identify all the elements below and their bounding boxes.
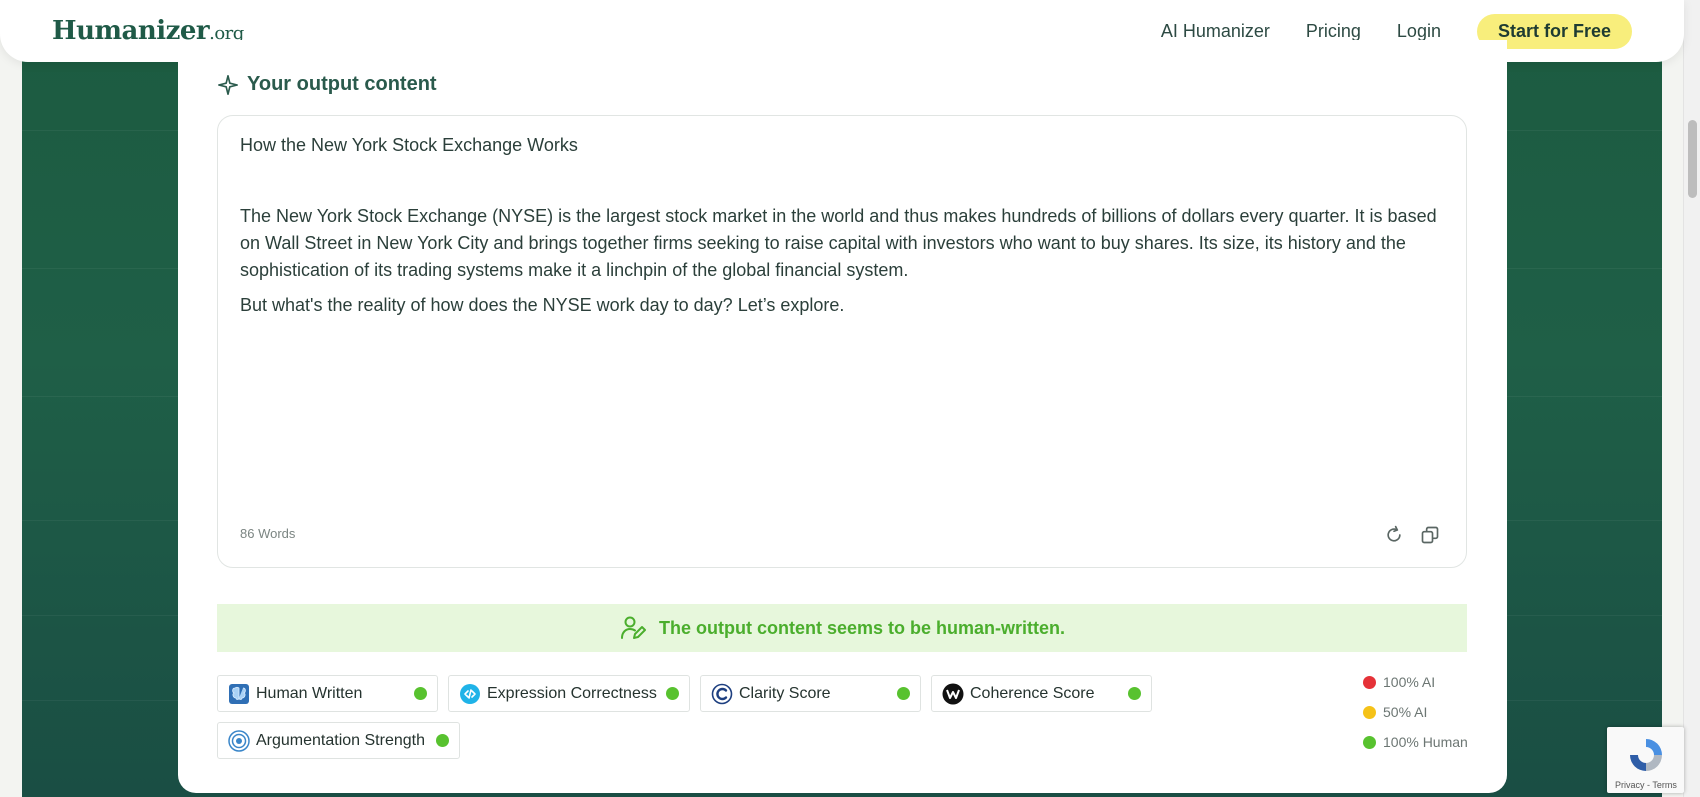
status-message: The output content seems to be human-wri…: [658, 617, 1065, 638]
editor-tools: [1384, 525, 1440, 545]
metric-clarity-score[interactable]: Clarity Score: [700, 675, 921, 712]
coherence-w-icon: [942, 683, 964, 705]
legend-dot-yellow: [1363, 705, 1376, 719]
output-paragraph: But what's the reality of how does the N…: [240, 295, 845, 315]
metric-label: Human Written: [256, 684, 363, 702]
metric-expression-correctness[interactable]: Expression Correctness: [448, 675, 690, 712]
metric-status-dot: [414, 687, 427, 700]
word-count: 86 Words: [240, 526, 296, 541]
metric-label: Argumentation Strength: [256, 731, 425, 749]
metric-label: Coherence Score: [970, 684, 1095, 702]
legend-dot-green: [1363, 735, 1376, 749]
recaptcha-badge[interactable]: Privacy - Terms: [1607, 727, 1684, 793]
expression-icon: [459, 683, 481, 705]
metric-label: Expression Correctness: [487, 684, 657, 702]
user-edit-icon: [620, 616, 646, 639]
legend-item-human: 100% Human: [1363, 734, 1468, 750]
recaptcha-icon: [1630, 739, 1662, 771]
legend-label: 100% Human: [1383, 734, 1468, 750]
metrics-list: Human Written Expression Correctness Cla…: [217, 675, 1177, 759]
legend-dot-red: [1363, 675, 1376, 689]
metric-human-written[interactable]: Human Written: [217, 675, 438, 712]
recaptcha-links[interactable]: Privacy - Terms: [1615, 780, 1677, 790]
output-card: Your output content How the New York Sto…: [178, 40, 1507, 793]
page-scrollbar[interactable]: [1683, 0, 1700, 797]
metric-status-dot: [1128, 687, 1141, 700]
output-text-area[interactable]: How the New York Stock Exchange Works Th…: [217, 115, 1467, 568]
nav-pricing[interactable]: Pricing: [1306, 21, 1361, 42]
metric-label: Clarity Score: [739, 684, 831, 702]
legend-item-ai: 100% AI: [1363, 674, 1468, 690]
target-icon: [228, 729, 250, 752]
output-section-title: Your output content: [217, 73, 437, 96]
metric-argumentation-strength[interactable]: Argumentation Strength: [217, 722, 460, 759]
metric-coherence-score[interactable]: Coherence Score: [931, 675, 1152, 712]
nav-ai-humanizer[interactable]: AI Humanizer: [1161, 21, 1270, 42]
nav-login[interactable]: Login: [1397, 21, 1441, 42]
copy-icon[interactable]: [1420, 525, 1440, 545]
sparkle-icon: [218, 74, 238, 95]
output-title-text: Your output content: [247, 73, 437, 95]
regenerate-icon[interactable]: [1384, 525, 1404, 545]
status-banner: The output content seems to be human-wri…: [217, 604, 1467, 652]
metric-status-dot: [666, 687, 679, 700]
brain-icon: [228, 683, 250, 705]
clarity-c-icon: [711, 683, 733, 705]
legend-label: 50% AI: [1383, 704, 1428, 720]
output-heading: How the New York Stock Exchange Works: [240, 135, 578, 155]
metric-status-dot: [897, 687, 910, 700]
scrollbar-thumb[interactable]: [1688, 120, 1697, 198]
metric-status-dot: [436, 734, 449, 747]
score-legend: 100% AI 50% AI 100% Human: [1363, 674, 1468, 750]
legend-label: 100% AI: [1383, 674, 1436, 690]
legend-item-half-ai: 50% AI: [1363, 704, 1468, 720]
output-paragraph: The New York Stock Exchange (NYSE) is th…: [240, 206, 1437, 280]
